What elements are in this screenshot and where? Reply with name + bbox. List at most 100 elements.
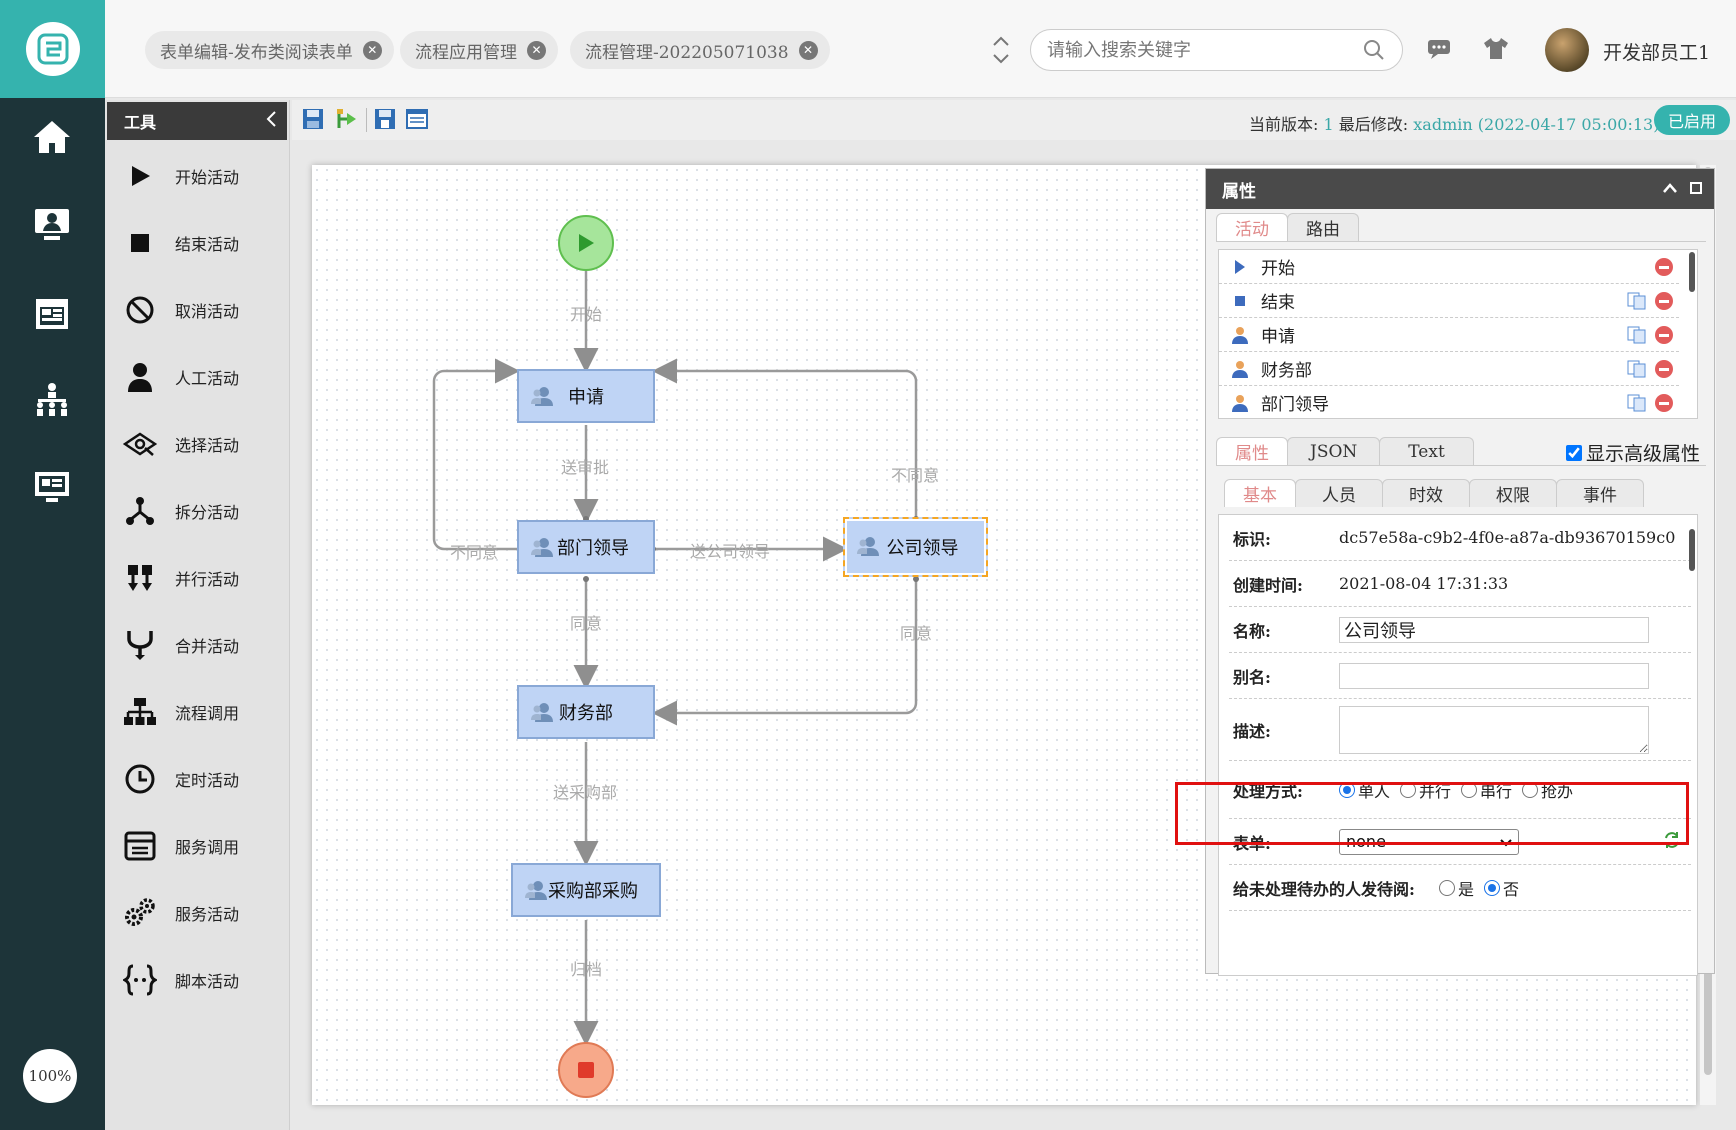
flow-node-purchase[interactable]: 采购部采购	[511, 863, 661, 917]
notify-option-no[interactable]: 否	[1484, 876, 1519, 900]
tool-label: 服务活动	[175, 905, 240, 924]
logo-icon	[25, 22, 80, 76]
field-created: 创建时间: 2021-08-04 17:31:33	[1229, 561, 1691, 607]
alias-input[interactable]	[1339, 662, 1649, 689]
copy-icon[interactable]	[1627, 326, 1647, 344]
tool-timer[interactable]: 定时活动	[105, 755, 288, 803]
search-input[interactable]	[1047, 39, 1347, 61]
start-node[interactable]	[558, 215, 614, 271]
page-tab-label: 流程应用管理	[415, 42, 517, 63]
list-item[interactable]: 开始	[1219, 250, 1679, 284]
tab-text[interactable]: Text	[1379, 437, 1474, 465]
chevron-up-icon[interactable]	[1662, 179, 1678, 199]
delete-icon[interactable]	[1655, 258, 1673, 276]
monitor-user-icon[interactable]	[27, 200, 77, 250]
skin-icon[interactable]	[1483, 36, 1509, 64]
edge-label[interactable]: 送公司领导	[690, 538, 770, 562]
tab-attributes[interactable]: 属性	[1216, 437, 1288, 465]
tool-script[interactable]: 脚本活动	[105, 956, 288, 1004]
edge-label[interactable]: 不同意	[891, 462, 939, 486]
calendar-icon[interactable]	[27, 288, 77, 338]
tool-split[interactable]: 拆分活动	[105, 487, 288, 535]
advanced-checkbox[interactable]	[1565, 444, 1582, 461]
tool-service[interactable]: 服务活动	[105, 889, 288, 937]
screen-icon[interactable]	[27, 462, 77, 512]
user-icon	[1219, 360, 1261, 378]
edge-label[interactable]: 送审批	[561, 454, 609, 478]
tool-process-call[interactable]: 流程调用	[105, 688, 288, 736]
save-icon[interactable]	[302, 108, 324, 130]
save-as-icon[interactable]	[374, 108, 396, 130]
notify-option-yes[interactable]: 是	[1439, 876, 1474, 900]
edge-label[interactable]: 不同意	[450, 539, 498, 563]
copy-icon[interactable]	[1627, 394, 1647, 412]
page-tab-1[interactable]: 表单编辑-发布类阅读表单 ✕	[145, 31, 394, 69]
copy-icon[interactable]	[1627, 360, 1647, 378]
close-icon[interactable]: ✕	[527, 40, 546, 60]
tab-route[interactable]: 路由	[1287, 213, 1359, 241]
tool-merge[interactable]: 合并活动	[105, 621, 288, 669]
delete-icon[interactable]	[1655, 360, 1673, 378]
radio-button[interactable]	[1439, 879, 1455, 896]
end-node[interactable]	[558, 1042, 614, 1098]
flow-node-company-leader[interactable]: 公司领导	[843, 517, 988, 577]
tab-events[interactable]: 事件	[1556, 479, 1644, 507]
properties-icon[interactable]	[406, 108, 428, 130]
tab-timing[interactable]: 时效	[1382, 479, 1470, 507]
edge-label[interactable]: 送采购部	[553, 779, 617, 803]
delete-icon[interactable]	[1655, 326, 1673, 344]
description-input[interactable]	[1339, 705, 1649, 754]
tool-end[interactable]: 结束活动	[105, 219, 288, 267]
edge-label[interactable]: 归档	[570, 956, 602, 980]
page-tab-3[interactable]: 流程管理-202205071038 ✕	[570, 31, 830, 69]
search-icon[interactable]	[1362, 38, 1386, 62]
tool-start[interactable]: 开始活动	[105, 152, 288, 200]
app-logo[interactable]	[0, 0, 105, 98]
delete-icon[interactable]	[1655, 394, 1673, 412]
field-value: 2021-08-04 17:31:33	[1339, 574, 1509, 593]
edge-label[interactable]: 开始	[570, 301, 602, 325]
tool-service-call[interactable]: 服务调用	[105, 822, 288, 870]
tool-choice[interactable]: 选择活动	[105, 420, 288, 468]
tab-permission[interactable]: 权限	[1469, 479, 1557, 507]
edge-label[interactable]: 同意	[900, 620, 932, 644]
org-chart-icon[interactable]	[27, 375, 77, 425]
stop-icon	[1219, 295, 1261, 306]
flow-node-finance[interactable]: 财务部	[517, 685, 655, 739]
tab-scroll-icon[interactable]	[985, 30, 1017, 70]
publish-icon[interactable]	[336, 108, 358, 130]
tab-json[interactable]: JSON	[1287, 437, 1381, 465]
message-icon[interactable]	[1427, 38, 1451, 64]
advanced-toggle[interactable]: 显示高级属性	[1565, 439, 1700, 466]
flow-node-dept-leader[interactable]: 部门领导	[517, 520, 655, 574]
avatar[interactable]	[1545, 28, 1589, 72]
tab-activity[interactable]: 活动	[1216, 213, 1288, 241]
form-scrollbar[interactable]	[1689, 529, 1695, 571]
close-icon[interactable]: ✕	[362, 40, 382, 60]
list-item[interactable]: 财务部	[1219, 352, 1679, 386]
tab-people[interactable]: 人员	[1295, 479, 1383, 507]
delete-icon[interactable]	[1655, 292, 1673, 310]
tab-basic[interactable]: 基本	[1224, 479, 1296, 507]
home-icon[interactable]	[27, 112, 77, 162]
close-icon[interactable]: ✕	[798, 40, 818, 60]
copy-icon[interactable]	[1627, 292, 1647, 310]
list-item[interactable]: 部门领导	[1219, 386, 1679, 418]
tool-parallel[interactable]: 并行活动	[105, 554, 288, 602]
zoom-level[interactable]: 100%	[23, 1049, 77, 1103]
user-name[interactable]: 开发部员工1	[1603, 38, 1710, 65]
tool-label: 定时活动	[175, 771, 240, 790]
search-box[interactable]	[1030, 29, 1403, 71]
edge-label[interactable]: 同意	[570, 610, 602, 634]
tool-manual[interactable]: 人工活动	[105, 353, 288, 401]
list-scrollbar[interactable]	[1689, 252, 1695, 292]
list-item[interactable]: 结束	[1219, 284, 1679, 318]
maximize-icon[interactable]	[1690, 179, 1702, 199]
flow-node-apply[interactable]: 申请	[517, 369, 655, 423]
list-item[interactable]: 申请	[1219, 318, 1679, 352]
collapse-icon[interactable]	[265, 110, 277, 132]
radio-button[interactable]	[1484, 879, 1501, 896]
tool-cancel[interactable]: 取消活动	[105, 286, 288, 334]
name-input[interactable]	[1339, 616, 1649, 643]
page-tab-2[interactable]: 流程应用管理 ✕	[400, 31, 558, 69]
